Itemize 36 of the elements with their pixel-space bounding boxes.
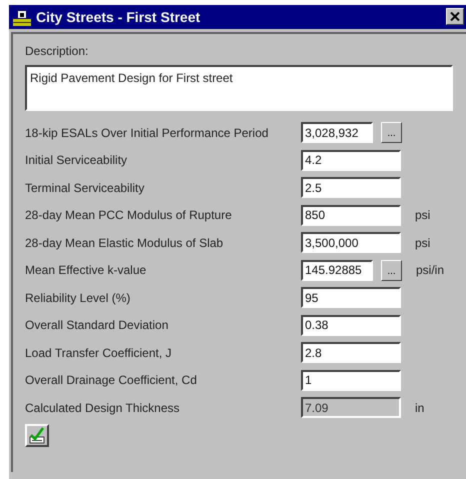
input-field[interactable]: 3,028,932 [301, 122, 373, 144]
input-field[interactable]: 1 [301, 370, 401, 391]
field-label: 18-kip ESALs Over Initial Performance Period [25, 124, 270, 142]
input-field[interactable]: 4.2 [301, 150, 401, 171]
input-field[interactable]: 95 [301, 287, 401, 308]
input-field[interactable]: 2.5 [301, 177, 401, 198]
input-field[interactable]: 2.8 [301, 342, 401, 364]
field-label: Overall Standard Deviation [25, 317, 170, 334]
field-label: Terminal Serviceability [25, 180, 146, 197]
input-field[interactable]: 0.38 [301, 314, 401, 336]
window-title: City Streets - First Street [36, 8, 200, 27]
browse-button[interactable]: ... [381, 122, 402, 144]
field-label: Initial Serviceability [25, 152, 128, 170]
input-field[interactable]: 145.92885 [301, 260, 373, 281]
input-field[interactable]: 850 [301, 204, 401, 226]
unit-label: psi [415, 207, 430, 224]
unit-label: in [415, 400, 424, 417]
app-icon [13, 8, 31, 26]
browse-button[interactable]: ... [381, 260, 402, 281]
field-label: Load Transfer Coefficient, J [25, 344, 173, 362]
field-label: 28-day Mean Elastic Modulus of Slab [25, 234, 224, 252]
close-icon [450, 12, 460, 21]
field-label: Calculated Design Thickness [25, 400, 181, 417]
output-field[interactable]: 7.09 [301, 397, 401, 418]
input-field[interactable]: 3,500,000 [301, 232, 401, 254]
description-field[interactable]: Rigid Pavement Design for First street [25, 65, 453, 111]
apply-button[interactable] [25, 424, 49, 446]
field-label: Mean Effective k-value [25, 262, 148, 280]
unit-label: psi/in [416, 262, 444, 280]
unit-label: psi [415, 234, 430, 252]
description-label: Description: [25, 43, 90, 60]
field-label: Overall Drainage Coefficient, Cd [25, 372, 198, 390]
field-label: 28-day Mean PCC Modulus of Rupture [25, 207, 233, 224]
field-label: Reliability Level (%) [25, 290, 132, 307]
close-button[interactable] [446, 8, 464, 25]
checkmark-icon [28, 426, 46, 444]
